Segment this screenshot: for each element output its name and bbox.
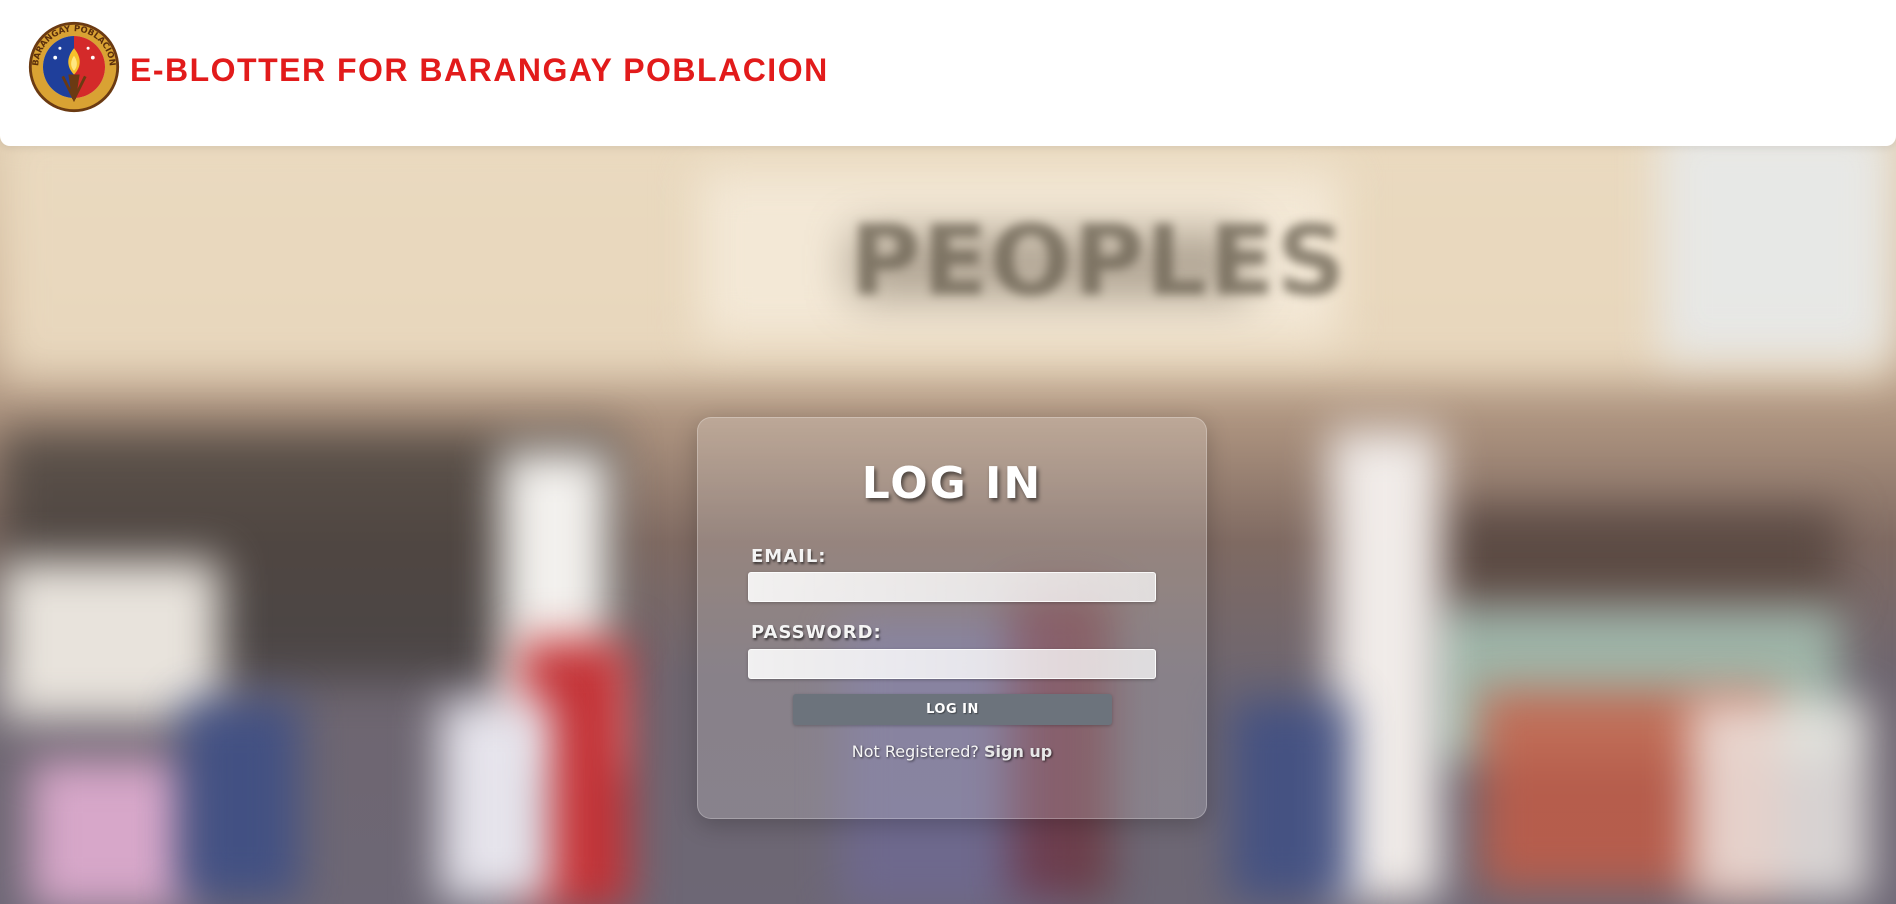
email-field[interactable] [748, 572, 1156, 602]
email-label: EMAIL: [751, 546, 827, 567]
login-title: LOG IN [861, 458, 1043, 509]
signup-link[interactable]: Sign up [984, 742, 1052, 761]
background-sign-text: PEOPLES [850, 205, 1348, 317]
login-button[interactable]: LOG IN [793, 694, 1112, 725]
password-label: PASSWORD: [751, 622, 882, 643]
site-header: BARANGAY POBLACION E-BLOTTER FOR BARANGA… [0, 0, 1896, 146]
password-field[interactable] [748, 649, 1156, 679]
site-title: E-BLOTTER FOR BARANGAY POBLACION [130, 52, 829, 88]
register-prompt-line: Not Registered? Sign up [698, 742, 1206, 761]
register-prompt-text: Not Registered? [851, 742, 979, 761]
barangay-seal-logo: BARANGAY POBLACION [28, 21, 120, 113]
login-card: LOG IN EMAIL: PASSWORD: LOG IN Not Regis… [697, 417, 1207, 819]
